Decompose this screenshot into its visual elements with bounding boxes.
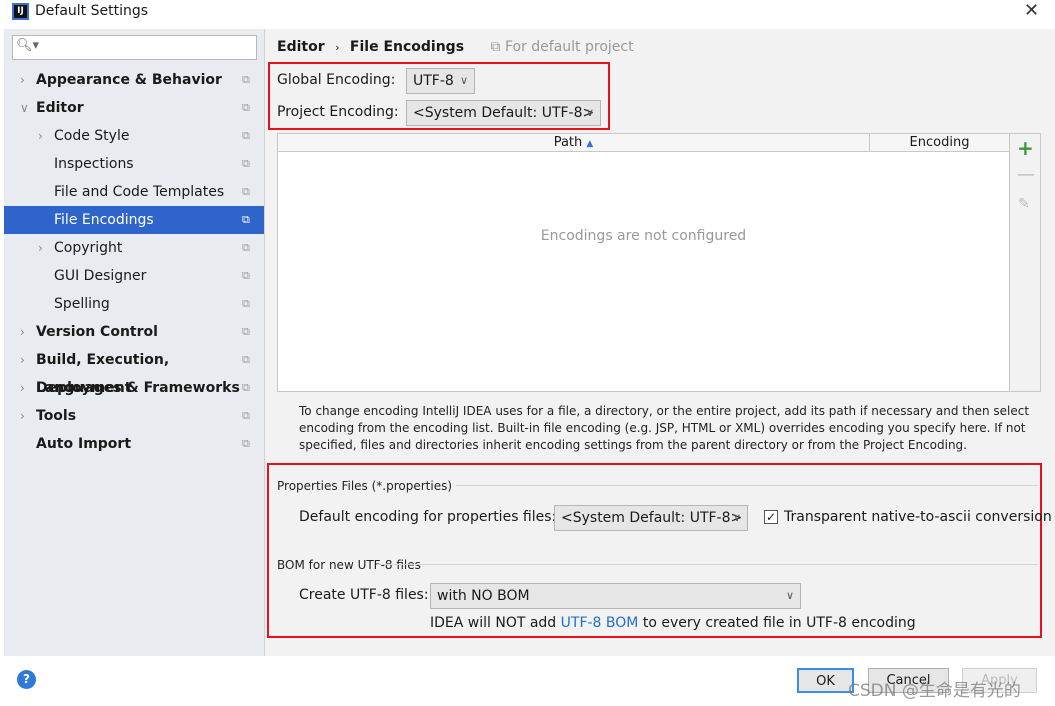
- chevron-down-icon: ∨: [459, 74, 468, 87]
- table-toolbar: + — ✎: [1010, 133, 1041, 392]
- copy-icon: ⧉: [242, 101, 250, 114]
- copy-icon: ⧉: [242, 241, 250, 254]
- breadcrumb-separator-icon: ›: [335, 41, 340, 54]
- chevron-right-icon[interactable]: ›: [38, 234, 43, 262]
- chevron-right-icon[interactable]: ›: [20, 318, 25, 346]
- sidebar-item-label: Auto Import: [36, 436, 132, 452]
- sidebar-item[interactable]: File and Code Templates ⧉: [4, 178, 264, 206]
- copy-icon: ⧉: [242, 297, 250, 310]
- encodings-table[interactable]: Path ▲ Encoding Encodings are not config…: [277, 133, 1010, 392]
- sidebar-item[interactable]: › Copyright ⧉: [4, 234, 264, 262]
- native-to-ascii-checkbox[interactable]: ✓: [764, 510, 778, 524]
- sidebar-item-label: Editor: [36, 100, 84, 116]
- title-bar: [0, 0, 1055, 26]
- copy-icon: ⧉: [242, 437, 250, 450]
- sidebar-item[interactable]: › Languages & Frameworks ⧉: [4, 374, 264, 402]
- copy-icon: ⧉: [242, 213, 250, 226]
- breadcrumb: Editor › File Encodings ⧉ For default pr…: [277, 39, 634, 55]
- sidebar-item-label: Version Control: [36, 324, 158, 340]
- sidebar-item[interactable]: Auto Import ⧉: [4, 430, 264, 458]
- copy-icon: ⧉: [242, 129, 250, 142]
- properties-group-title: Properties Files (*.properties): [277, 479, 453, 493]
- sidebar-item-label: File Encodings: [54, 212, 154, 228]
- bom-group-title: BOM for new UTF-8 files: [277, 558, 421, 572]
- global-encoding-select[interactable]: UTF-8 ∨: [406, 68, 475, 94]
- search-icon: 🔍︎▾: [16, 38, 40, 53]
- properties-encoding-label: Default encoding for properties files:: [299, 509, 557, 525]
- copy-icon: ⧉: [490, 39, 501, 55]
- breadcrumb-current: File Encodings: [349, 39, 465, 55]
- sidebar-item[interactable]: › Appearance & Behavior ⧉: [4, 66, 264, 94]
- bom-select[interactable]: with NO BOM ∨: [430, 583, 801, 609]
- ok-button[interactable]: OK: [797, 668, 854, 693]
- window-title: Default Settings: [35, 3, 149, 19]
- chevron-right-icon[interactable]: ›: [38, 122, 43, 150]
- copy-icon: ⧉: [242, 381, 250, 394]
- global-encoding-label: Global Encoding:: [277, 72, 396, 88]
- utf8-bom-link[interactable]: UTF-8 BOM: [561, 615, 639, 631]
- properties-encoding-select[interactable]: <System Default: UTF-8> ∨: [554, 505, 748, 531]
- breadcrumb-parent[interactable]: Editor: [277, 39, 325, 55]
- sidebar-item[interactable]: ∨ Editor ⧉: [4, 94, 264, 122]
- copy-icon: ⧉: [242, 185, 250, 198]
- project-encoding-select[interactable]: <System Default: UTF-8> ∨: [406, 100, 601, 126]
- column-header-encoding[interactable]: Encoding: [870, 134, 1009, 152]
- copy-icon: ⧉: [242, 157, 250, 170]
- chevron-down-icon: ∨: [585, 106, 594, 119]
- sidebar-item-label: Spelling: [54, 296, 110, 312]
- chevron-right-icon[interactable]: ›: [20, 66, 25, 94]
- sort-ascending-icon: ▲: [586, 139, 594, 149]
- divider: [456, 485, 1038, 486]
- copy-icon: ⧉: [242, 409, 250, 422]
- search-input[interactable]: 🔍︎▾: [12, 35, 257, 60]
- copy-icon: ⧉: [242, 73, 250, 86]
- chevron-down-icon: ∨: [785, 589, 794, 602]
- native-to-ascii-label[interactable]: Transparent native-to-ascii conversion: [784, 509, 1052, 525]
- chevron-right-icon[interactable]: ›: [20, 346, 25, 374]
- sidebar-item-label: GUI Designer: [54, 268, 147, 284]
- create-utf8-label: Create UTF-8 files:: [299, 587, 429, 603]
- sidebar-item[interactable]: › Build, Execution, Deployment ⧉: [4, 346, 264, 396]
- remove-icon[interactable]: —: [1017, 164, 1035, 185]
- app-logo: IJ: [12, 3, 29, 20]
- scope-label: For default project: [504, 39, 634, 55]
- sidebar-item[interactable]: › Code Style ⧉: [4, 122, 264, 150]
- sidebar-item[interactable]: File Encodings ⧉: [4, 206, 264, 234]
- chevron-right-icon[interactable]: ›: [20, 374, 25, 402]
- close-icon[interactable]: ✕: [1024, 0, 1039, 21]
- sidebar-item[interactable]: Inspections ⧉: [4, 150, 264, 178]
- copy-icon: ⧉: [242, 325, 250, 338]
- watermark: CSDN @生命是有光的: [848, 681, 1021, 701]
- copy-icon: ⧉: [242, 353, 250, 366]
- bom-note: IDEA will NOT add UTF-8 BOM to every cre…: [430, 615, 916, 631]
- divider: [377, 564, 1038, 565]
- sidebar-item-label: File and Code Templates: [54, 184, 225, 200]
- help-text: To change encoding IntelliJ IDEA uses fo…: [299, 404, 1030, 452]
- chevron-down-icon[interactable]: ∨: [20, 94, 29, 122]
- column-header-path[interactable]: Path ▲: [278, 134, 870, 152]
- sidebar-item-label: Code Style: [54, 128, 130, 144]
- sidebar-item-label: Inspections: [54, 156, 134, 172]
- sidebar-item-label: Appearance & Behavior: [36, 72, 222, 88]
- help-icon[interactable]: ?: [17, 670, 36, 689]
- empty-text: Encodings are not configured: [540, 228, 747, 244]
- sidebar-item-label: Tools: [36, 408, 77, 424]
- sidebar-item[interactable]: Spelling ⧉: [4, 290, 264, 318]
- add-icon[interactable]: +: [1017, 136, 1034, 160]
- sidebar-item[interactable]: › Version Control ⧉: [4, 318, 264, 346]
- edit-icon[interactable]: ✎: [1018, 196, 1030, 212]
- sidebar-item[interactable]: GUI Designer ⧉: [4, 262, 264, 290]
- copy-icon: ⧉: [242, 269, 250, 282]
- chevron-down-icon: ∨: [732, 511, 741, 524]
- sidebar-item-label: Copyright: [54, 240, 123, 256]
- sidebar-item-label: Languages & Frameworks: [36, 380, 240, 396]
- project-encoding-label: Project Encoding:: [277, 104, 399, 120]
- sidebar-item[interactable]: › Tools ⧉: [4, 402, 264, 430]
- chevron-right-icon[interactable]: ›: [20, 402, 25, 430]
